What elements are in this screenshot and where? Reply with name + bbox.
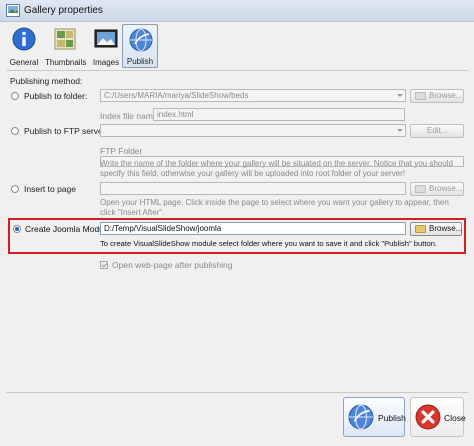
tab-label: General: [9, 58, 39, 67]
insert-to-page-label: Insert to page: [24, 184, 76, 194]
joomla-browse-button[interactable]: Browse...: [410, 222, 462, 236]
create-joomla-module-label: Create Joomla Module: [25, 224, 111, 234]
folder-path-value: C:/Users/MARIA/mariya/SlideShow/beds: [104, 91, 249, 100]
tab-general[interactable]: General: [6, 24, 42, 68]
footer-divider: [6, 392, 468, 393]
tab-label: Images: [92, 58, 120, 67]
close-icon: [415, 404, 441, 430]
insert-page-note: Open your HTML page. Click inside the pa…: [100, 198, 449, 217]
images-icon: [94, 29, 118, 48]
publish-globe-icon: [348, 404, 374, 430]
tab-publish[interactable]: Publish: [122, 24, 158, 68]
close-button[interactable]: Close: [410, 397, 466, 437]
create-joomla-module-radio[interactable]: [13, 225, 21, 233]
open-after-publishing-checkbox[interactable]: [100, 261, 108, 269]
folder-icon: [415, 225, 426, 233]
publish-button[interactable]: Publish: [343, 397, 406, 437]
toolbar: General Thumbnails Images Publish: [0, 22, 474, 70]
index-file-name-value: index.html: [157, 110, 194, 119]
publish-globe-icon: [129, 28, 153, 52]
tab-thumbnails[interactable]: Thumbnails: [45, 24, 87, 68]
browse-label: Browse...: [429, 91, 463, 100]
chevron-down-icon[interactable]: [397, 94, 403, 97]
folder-icon: [415, 185, 426, 193]
index-file-name-label: Index file name: [100, 111, 158, 121]
close-button-label: Close: [444, 413, 466, 423]
publish-to-folder-label: Publish to folder:: [24, 91, 88, 101]
folder-icon: [415, 92, 426, 100]
browse-label: Browse...: [429, 224, 463, 233]
gallery-app-icon: [6, 4, 20, 17]
insert-to-page-radio[interactable]: [11, 185, 19, 193]
tab-images[interactable]: Images: [88, 24, 124, 68]
info-icon: [12, 27, 36, 51]
chevron-down-icon[interactable]: [397, 129, 403, 132]
joomla-note: To create VisualSlideShow module select …: [100, 239, 438, 248]
folder-path-field[interactable]: C:/Users/MARIA/mariya/SlideShow/beds: [100, 89, 406, 102]
publish-to-folder-radio[interactable]: [11, 92, 19, 100]
page-browse-button[interactable]: Browse...: [410, 182, 464, 196]
folder-browse-button[interactable]: Browse...: [410, 89, 464, 103]
title-bar: Gallery properties: [0, 0, 474, 22]
browse-label: Browse...: [429, 184, 463, 193]
ftp-folder-note: Write the name of the folder where your …: [100, 159, 453, 178]
open-after-publishing-label: Open web-page after publishing: [112, 260, 233, 270]
toolbar-divider: [6, 70, 468, 71]
ftp-edit-button[interactable]: Edit...: [410, 124, 464, 138]
thumbnails-icon: [54, 28, 76, 50]
tab-label: Thumbnails: [45, 58, 87, 67]
index-file-name-input[interactable]: index.html: [153, 108, 405, 121]
publishing-method-label: Publishing method:: [10, 76, 83, 86]
edit-label: Edit...: [427, 126, 448, 135]
ftp-server-select[interactable]: [100, 124, 406, 137]
publish-to-ftp-label: Publish to FTP server: [24, 126, 106, 136]
window-title: Gallery properties: [24, 5, 103, 16]
publish-button-label: Publish: [378, 413, 406, 423]
ftp-folder-label: FTP Folder: [100, 146, 143, 156]
joomla-path-value: D:/Temp/VisualSlideShow/joomla: [104, 224, 222, 233]
page-path-input[interactable]: [100, 182, 406, 195]
tab-label: Publish: [126, 57, 154, 66]
joomla-path-input[interactable]: D:/Temp/VisualSlideShow/joomla: [100, 222, 406, 235]
publish-to-ftp-radio[interactable]: [11, 127, 19, 135]
